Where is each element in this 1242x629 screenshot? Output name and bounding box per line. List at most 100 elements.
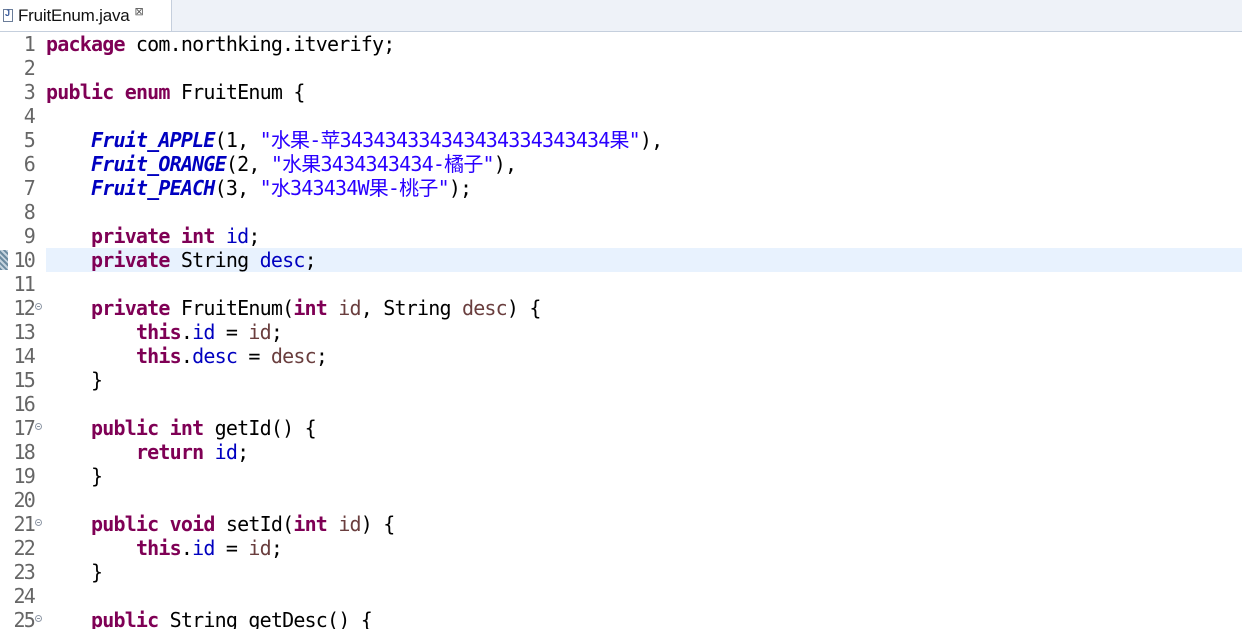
code-line[interactable]: 25 public String getDesc() { — [0, 608, 1242, 629]
code-text: this.id = id; — [46, 320, 283, 344]
code-line[interactable]: 6 Fruit_ORANGE(2, "水果3434343434-橘子"), — [0, 152, 1242, 176]
code-line[interactable]: 9 private int id; — [0, 224, 1242, 248]
line-number: 23 — [13, 560, 36, 584]
code-token: ); — [448, 176, 472, 200]
code-line[interactable]: 15 } — [0, 368, 1242, 392]
code-token: com.northking.itverify; — [124, 32, 395, 56]
code-line[interactable]: 13 this.id = id; — [0, 320, 1242, 344]
line-number: 3 — [23, 80, 36, 104]
code-token: public — [90, 416, 159, 440]
code-line[interactable]: 20 — [0, 488, 1242, 512]
code-token: . — [180, 344, 193, 368]
code-token: int — [180, 224, 216, 248]
code-line[interactable]: 17 public int getId() { — [0, 416, 1242, 440]
fold-collapse-icon[interactable] — [35, 423, 42, 430]
code-text: return id; — [46, 440, 249, 464]
line-number: 22 — [13, 536, 36, 560]
code-token: id — [214, 440, 238, 464]
code-text: } — [46, 560, 103, 584]
code-token: int — [293, 296, 328, 320]
code-text: public String getDesc() { — [46, 608, 373, 629]
code-line[interactable]: 24 — [0, 584, 1242, 608]
code-token: package — [46, 32, 125, 56]
code-text: private String desc; — [46, 248, 317, 272]
code-token: ; — [270, 320, 283, 344]
line-number: 4 — [23, 104, 36, 128]
code-editor[interactable]: 1 package com.northking.itverify; 2 3 public… — [0, 32, 1242, 629]
code-token: "水343434W果-桃子" — [259, 176, 450, 200]
fold-collapse-icon[interactable] — [35, 615, 42, 622]
line-number: 24 — [13, 584, 36, 608]
line-number: 1 — [23, 32, 36, 56]
code-line[interactable]: 2 — [0, 56, 1242, 80]
line-number: 25 — [13, 608, 36, 629]
code-line[interactable]: 12 private FruitEnum(int id, String desc… — [0, 296, 1242, 320]
code-text: this.desc = desc; — [46, 344, 328, 368]
code-token: ; — [248, 224, 260, 248]
code-token: id — [248, 320, 271, 344]
tab-fruitenum-java[interactable]: FruitEnum.java ⊠ — [0, 0, 172, 31]
code-token: public — [46, 80, 114, 104]
code-line[interactable]: 23 } — [0, 560, 1242, 584]
code-line[interactable]: 1 package com.northking.itverify; — [0, 32, 1242, 56]
code-text: Fruit_APPLE(1, "水果-苹34343433434343433434… — [46, 128, 663, 152]
code-line[interactable]: 5 Fruit_APPLE(1, "水果-苹343434334343434334… — [0, 128, 1242, 152]
code-token: private — [90, 296, 170, 320]
code-line[interactable]: 8 — [0, 200, 1242, 224]
code-text: private int id; — [46, 224, 260, 248]
code-line[interactable]: 7 Fruit_PEACH(3, "水343434W果-桃子"); — [0, 176, 1242, 200]
line-number: 19 — [13, 464, 36, 488]
code-token: this — [135, 536, 182, 560]
code-token: = — [214, 536, 249, 560]
code-token: String — [169, 248, 260, 272]
code-line[interactable]: 18 return id; — [0, 440, 1242, 464]
line-number: 14 — [13, 344, 36, 368]
line-number: 17 — [13, 416, 36, 440]
code-token: private — [90, 248, 170, 272]
code-line[interactable]: 4 — [0, 104, 1242, 128]
code-token: public — [90, 512, 159, 536]
code-token: id — [225, 224, 249, 248]
code-line[interactable]: 16 — [0, 392, 1242, 416]
code-line[interactable]: 3 public enum FruitEnum { — [0, 80, 1242, 104]
code-token: = — [237, 344, 271, 368]
code-token: this — [135, 320, 182, 344]
code-token: = — [214, 320, 249, 344]
code-line[interactable]: 10 private String desc; — [0, 248, 1242, 272]
code-line[interactable]: 19 } — [0, 464, 1242, 488]
code-token: } — [46, 368, 103, 392]
code-line[interactable]: 22 this.id = id; — [0, 536, 1242, 560]
code-line[interactable]: 21 public void setId(int id) { — [0, 512, 1242, 536]
code-line[interactable]: 11 — [0, 272, 1242, 296]
line-number: 20 — [13, 488, 36, 512]
code-token: ) { — [506, 296, 542, 320]
line-number: 12 — [13, 296, 36, 320]
code-token: } — [46, 464, 103, 488]
code-line[interactable]: 14 this.desc = desc; — [0, 344, 1242, 368]
code-token: Fruit_PEACH — [90, 176, 215, 200]
line-number: 21 — [13, 512, 36, 536]
close-icon[interactable]: ⊠ — [135, 5, 144, 18]
code-token: int — [293, 512, 328, 536]
line-number: 8 — [23, 200, 36, 224]
fold-collapse-icon[interactable] — [35, 303, 42, 310]
line-number: 2 — [23, 56, 36, 80]
fold-collapse-icon[interactable] — [35, 519, 42, 526]
code-token: ), — [493, 152, 517, 176]
code-token: ; — [315, 344, 328, 368]
editor-tab-bar: FruitEnum.java ⊠ — [0, 0, 1242, 32]
code-token: setId( — [214, 512, 294, 536]
